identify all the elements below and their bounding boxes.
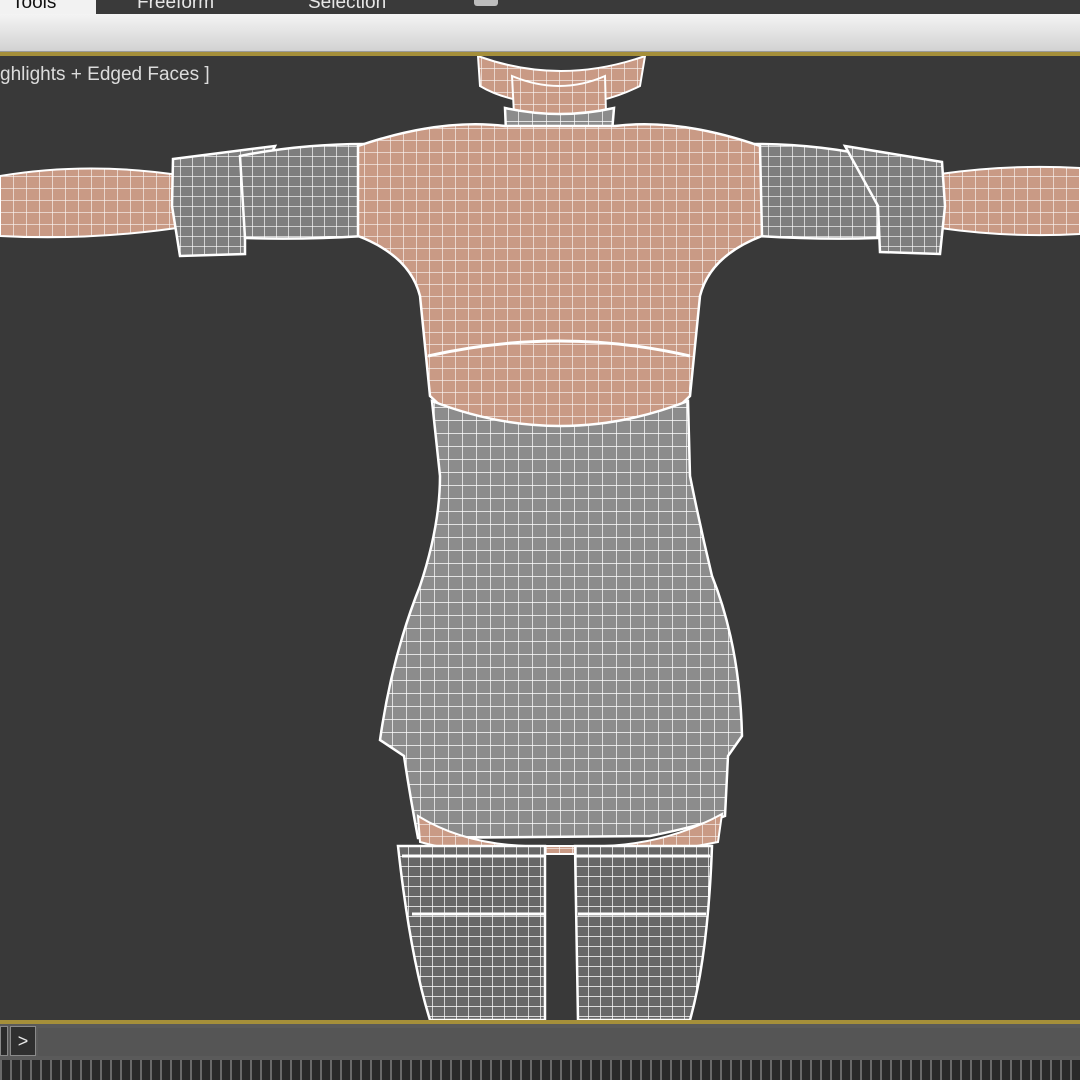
time-slider-track[interactable] bbox=[38, 1028, 1080, 1056]
right-leg-mesh bbox=[573, 844, 714, 1020]
tab-selection[interactable]: Selection bbox=[296, 0, 398, 14]
timeline-bar: > bbox=[0, 1024, 1080, 1080]
tab-tools[interactable]: Tools bbox=[0, 0, 96, 14]
right-arm-mesh bbox=[939, 165, 1080, 237]
dress-mesh bbox=[378, 399, 744, 856]
time-slider-prev-button[interactable] bbox=[0, 1026, 8, 1056]
left-arm-mesh bbox=[0, 167, 192, 239]
time-slider-next-button[interactable]: > bbox=[10, 1026, 36, 1056]
right-sleeve-mesh bbox=[753, 142, 947, 256]
tab-freeform[interactable]: Freeform bbox=[125, 0, 226, 14]
ribbon-tab-bar: Tools Freeform Selection bbox=[0, 0, 1080, 14]
character-mesh bbox=[0, 56, 1080, 1020]
left-leg-mesh bbox=[396, 844, 547, 1020]
timeline-ruler[interactable] bbox=[0, 1060, 1080, 1080]
ribbon-panel bbox=[0, 14, 1080, 52]
left-sleeve-mesh bbox=[170, 142, 367, 258]
viewport-back[interactable]: ghlights + Edged Faces ] bbox=[0, 56, 1080, 1020]
torso-mesh bbox=[356, 122, 764, 443]
viewport-shading-label[interactable]: ghlights + Edged Faces ] bbox=[0, 64, 210, 86]
ribbon-toggle-button[interactable] bbox=[474, 0, 498, 6]
